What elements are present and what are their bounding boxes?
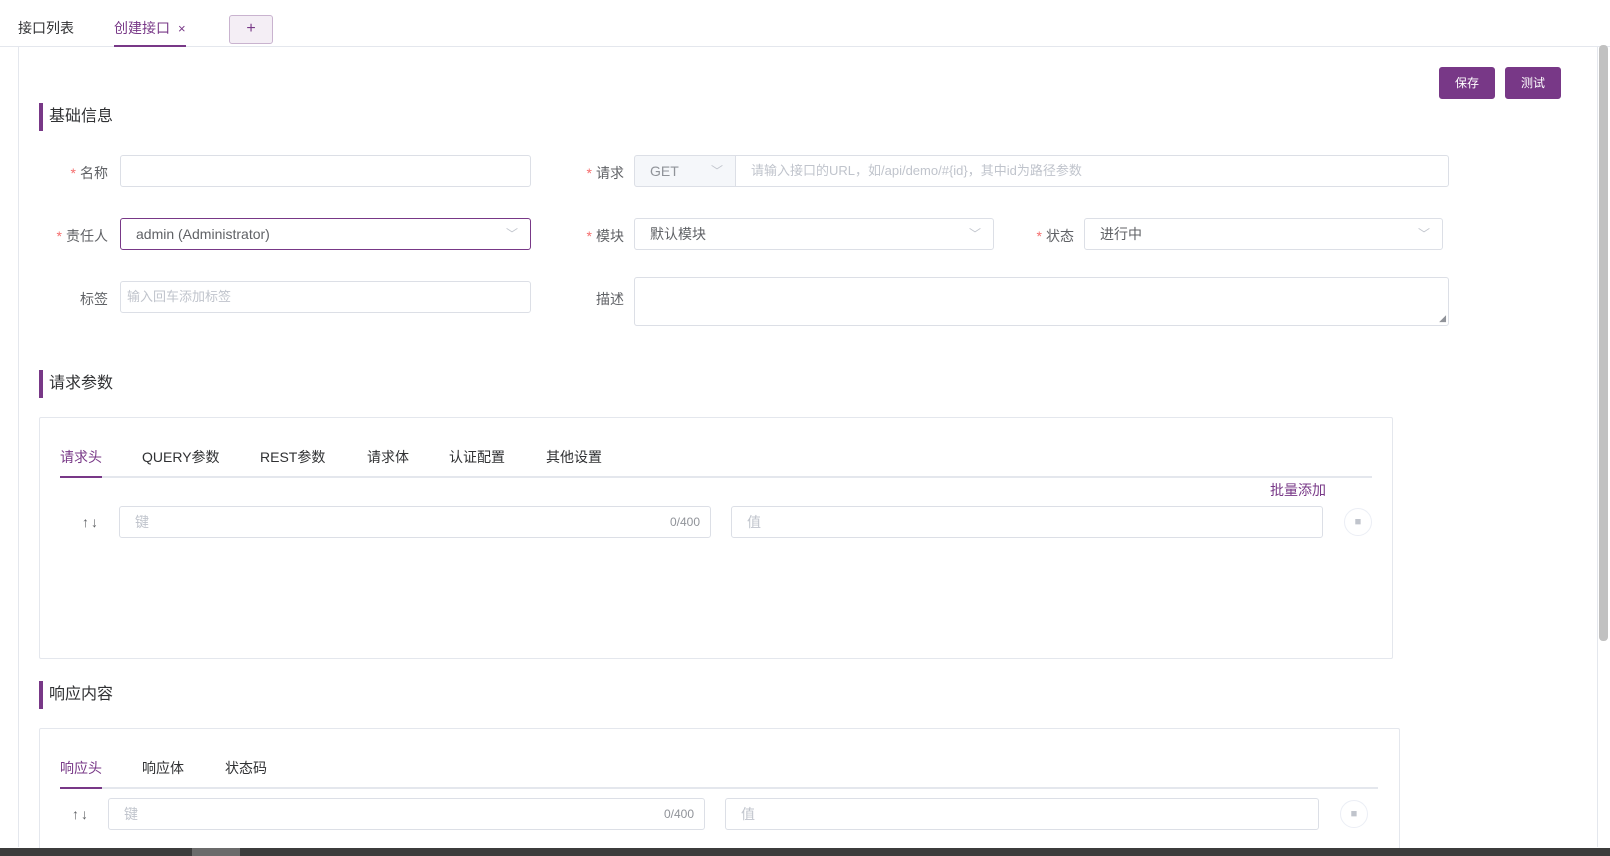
plus-icon: + [246, 20, 256, 37]
header-key-placeholder: 键 [135, 514, 149, 530]
resize-handle-icon[interactable]: ◢ [1439, 313, 1446, 324]
name-label-text: 名称 [80, 165, 108, 181]
header-value-placeholder: 值 [747, 514, 761, 530]
tab-create-api[interactable]: 创建接口 × [114, 18, 186, 47]
chevron-down-icon: ﹀ [1417, 227, 1430, 241]
tab-rest-params[interactable]: REST参数 [260, 448, 325, 478]
required-mark: * [1036, 228, 1042, 244]
name-input[interactable] [120, 155, 531, 187]
response-box [39, 728, 1400, 856]
tab-create-api-label: 创建接口 [114, 20, 170, 36]
status-select-value: 进行中 [1100, 226, 1142, 242]
module-select[interactable]: 默认模块 ﹀ [634, 218, 994, 250]
test-button[interactable]: 测试 [1505, 67, 1561, 99]
desc-label-text: 描述 [596, 291, 624, 307]
tab-query-params[interactable]: QUERY参数 [142, 448, 220, 478]
chevron-down-icon: ﹀ [968, 227, 981, 241]
module-label: * 模块 [576, 226, 624, 246]
required-mark: * [586, 228, 592, 244]
close-icon[interactable]: × [178, 21, 186, 36]
status-select[interactable]: 进行中 ﹀ [1084, 218, 1443, 250]
request-params-tabs: 请求头 QUERY参数 REST参数 请求体 认证配置 其他设置 [60, 448, 1372, 478]
tab-response-headers[interactable]: 响应头 [60, 759, 102, 789]
top-tab-bar: 接口列表 创建接口 × + [0, 0, 1610, 47]
chevron-down-icon: ﹀ [505, 227, 518, 241]
section-title-response: 响应内容 [39, 681, 113, 709]
sort-arrows-icon[interactable]: ↑↓ [82, 514, 100, 530]
tab-api-list[interactable]: 接口列表 [18, 18, 74, 47]
tab-api-list-label: 接口列表 [18, 20, 74, 36]
required-mark: * [56, 228, 62, 244]
horizontal-scrollbar[interactable] [0, 848, 1610, 856]
chevron-down-icon: ﹀ [710, 164, 723, 178]
tab-request-headers[interactable]: 请求头 [60, 448, 102, 478]
header-key-input[interactable]: 键 0/400 [119, 506, 711, 538]
request-label-text: 请求 [596, 165, 624, 181]
tag-label: 标签 [60, 289, 108, 309]
section-title-basic: 基础信息 [39, 103, 113, 131]
add-tab-button[interactable]: + [229, 15, 273, 44]
response-value-input[interactable]: 值 [725, 798, 1319, 830]
desc-textarea[interactable]: ◢ [634, 277, 1449, 326]
method-select[interactable]: GET ﹀ [634, 155, 735, 187]
tab-status-code[interactable]: 状态码 [225, 759, 267, 789]
status-label-text: 状态 [1046, 228, 1074, 244]
sort-arrows-icon[interactable]: ↑↓ [72, 806, 90, 822]
owner-label-text: 责任人 [66, 228, 108, 244]
save-button[interactable]: 保存 [1439, 67, 1495, 99]
url-input[interactable]: 请输入接口的URL，如/api/demo/#{id}，其中id为路径参数 [735, 155, 1449, 187]
owner-select-value: admin (Administrator) [136, 226, 270, 242]
batch-add-link[interactable]: 批量添加 [1270, 480, 1326, 500]
owner-label: * 责任人 [40, 226, 108, 246]
response-value-placeholder: 值 [741, 806, 755, 822]
tag-placeholder: 输入回车添加标签 [127, 289, 232, 304]
tab-auth-config[interactable]: 认证配置 [449, 448, 505, 478]
owner-select[interactable]: admin (Administrator) ﹀ [120, 218, 531, 250]
trash-icon[interactable]: ■ [1340, 800, 1368, 828]
tag-label-text: 标签 [80, 291, 108, 307]
request-label: * 请求 [576, 163, 624, 183]
trash-icon[interactable]: ■ [1344, 508, 1372, 536]
header-key-counter: 0/400 [669, 515, 700, 529]
required-mark: * [586, 165, 592, 181]
module-select-value: 默认模块 [650, 226, 706, 242]
response-key-counter: 0/400 [663, 807, 694, 821]
tag-input[interactable]: 输入回车添加标签 [120, 281, 531, 313]
tab-other-settings[interactable]: 其他设置 [546, 448, 602, 478]
tab-response-body[interactable]: 响应体 [142, 759, 184, 789]
url-placeholder: 请输入接口的URL，如/api/demo/#{id}，其中id为路径参数 [751, 163, 1082, 178]
name-label: * 名称 [60, 163, 108, 183]
response-key-input[interactable]: 键 0/400 [108, 798, 705, 830]
module-label-text: 模块 [596, 228, 624, 244]
required-mark: * [70, 165, 76, 181]
method-select-value: GET [650, 163, 679, 179]
horizontal-scrollbar-thumb[interactable] [192, 848, 240, 856]
section-title-request-params: 请求参数 [39, 370, 113, 398]
vertical-scrollbar[interactable] [1599, 45, 1608, 641]
tab-request-body[interactable]: 请求体 [367, 448, 409, 478]
header-value-input[interactable]: 值 [731, 506, 1323, 538]
response-tabs: 响应头 响应体 状态码 [60, 759, 1378, 789]
response-key-placeholder: 键 [124, 806, 138, 822]
desc-label: 描述 [576, 289, 624, 309]
status-label: * 状态 [1026, 226, 1074, 246]
